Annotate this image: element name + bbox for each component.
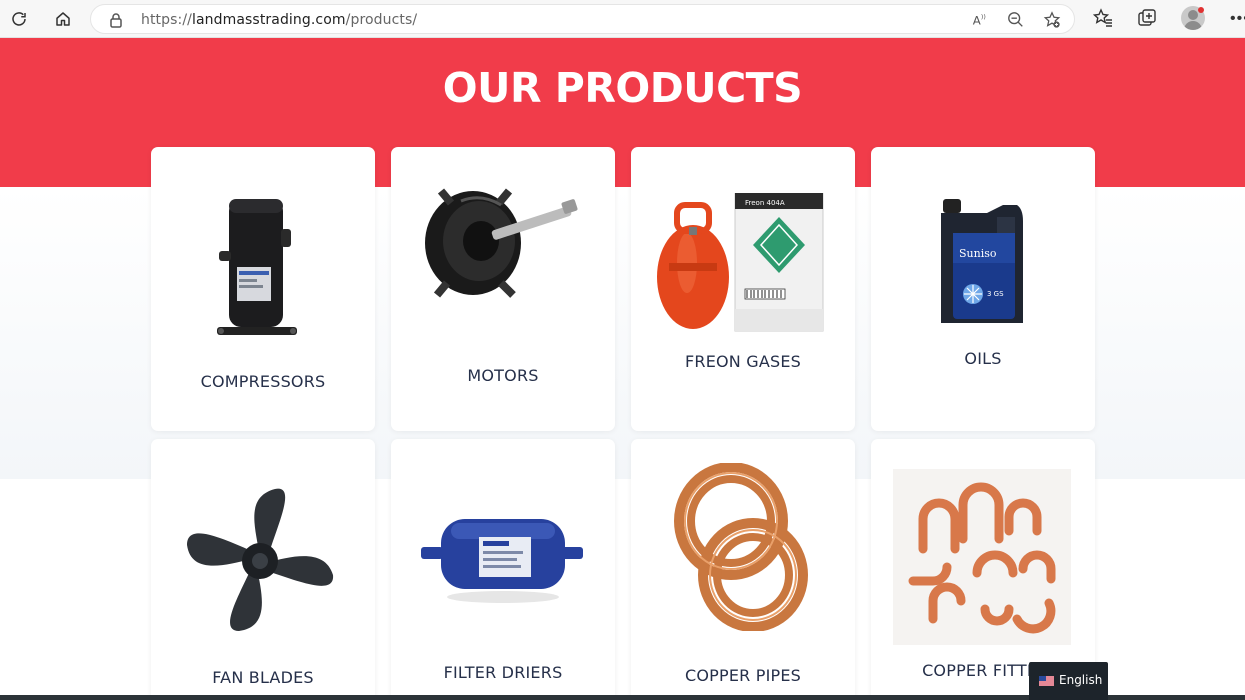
address-bar[interactable]: https://landmasstrading.com/products/ A)… xyxy=(90,4,1075,34)
add-favorite-icon[interactable] xyxy=(1043,11,1061,29)
language-label[interactable]: English xyxy=(1059,673,1102,687)
product-label[interactable]: COPPER PIPES xyxy=(631,666,855,685)
home-icon[interactable] xyxy=(51,7,75,31)
svg-text:Suniso: Suniso xyxy=(959,247,997,260)
products-page: OUR PRODUCTS COMPRESSORS MOTORS Freon 40… xyxy=(0,38,1245,700)
page-title: OUR PRODUCTS xyxy=(442,64,803,112)
product-label[interactable]: COMPRESSORS xyxy=(151,372,375,391)
language-switcher[interactable]: English xyxy=(1029,662,1108,700)
more-options-icon[interactable]: ••• xyxy=(1230,10,1245,28)
browser-toolbar: https://landmasstrading.com/products/ A)… xyxy=(0,0,1245,38)
collections-icon[interactable] xyxy=(1137,8,1157,28)
zoom-out-icon[interactable] xyxy=(1007,11,1025,29)
us-flag-icon xyxy=(1039,676,1054,686)
svg-text:Freon 404A: Freon 404A xyxy=(745,199,785,207)
favorites-icon[interactable] xyxy=(1093,8,1113,28)
notification-dot xyxy=(1198,7,1204,13)
product-label[interactable]: OILS xyxy=(871,349,1095,368)
product-label[interactable]: FREON GASES xyxy=(631,352,855,371)
oil-bottle-image: Suniso 3 GS xyxy=(941,199,1023,323)
product-card-oils[interactable]: Suniso 3 GS OILS xyxy=(871,147,1095,431)
product-card-copper-fittings[interactable]: COPPER FITTIN xyxy=(871,439,1095,700)
compressor-image xyxy=(217,199,297,335)
product-card-motors[interactable]: MOTORS xyxy=(391,147,615,431)
svg-text:3 GS: 3 GS xyxy=(987,290,1004,298)
copper-fitting-image xyxy=(893,469,1071,645)
product-label[interactable]: FILTER DRIERS xyxy=(391,663,615,682)
svg-text:)): )) xyxy=(981,14,986,21)
freon-gas-image: Freon 404A xyxy=(657,193,824,332)
reload-icon[interactable] xyxy=(7,7,31,31)
product-card-freon-gases[interactable]: Freon 404A FREON GASES xyxy=(631,147,855,431)
lock-icon[interactable] xyxy=(109,12,123,28)
product-label[interactable]: MOTORS xyxy=(391,366,615,385)
product-card-compressors[interactable]: COMPRESSORS xyxy=(151,147,375,431)
motor-image xyxy=(425,188,578,298)
svg-text:A: A xyxy=(973,14,981,28)
product-label[interactable]: FAN BLADES xyxy=(151,668,375,687)
read-aloud-icon[interactable]: A)) xyxy=(971,11,989,29)
product-card-filter-driers[interactable]: FILTER DRIERS xyxy=(391,439,615,700)
product-card-copper-pipes[interactable]: COPPER PIPES xyxy=(631,439,855,700)
filter-drier-image xyxy=(421,519,583,603)
copper-pipe-image xyxy=(674,463,808,631)
url-text[interactable]: https://landmasstrading.com/products/ xyxy=(141,12,417,28)
product-card-fan-blades[interactable]: FAN BLADES xyxy=(151,439,375,700)
fan-blade-image xyxy=(187,488,334,631)
